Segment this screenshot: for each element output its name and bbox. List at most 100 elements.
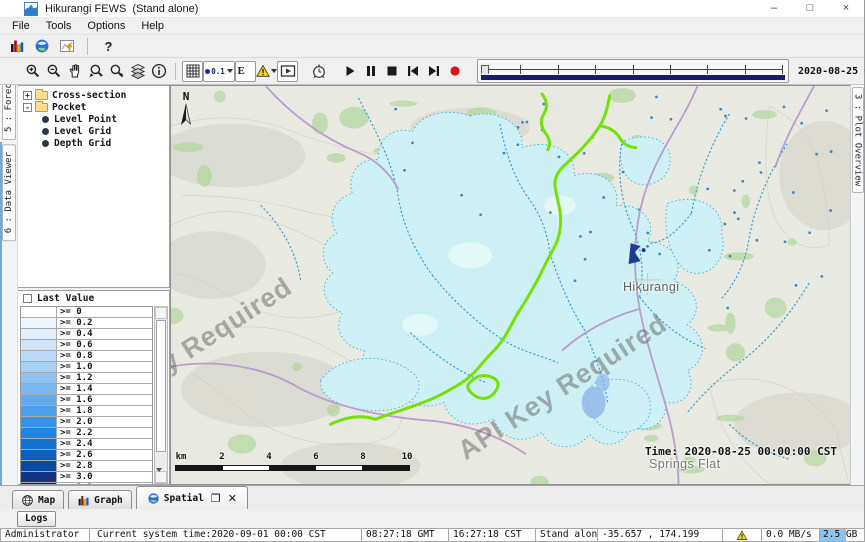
close-tab-button[interactable]: ✕: [228, 492, 237, 505]
folder-icon: [35, 91, 48, 100]
pan-button[interactable]: [64, 61, 85, 82]
legend-row[interactable]: >= 2.4: [21, 439, 152, 450]
close-button[interactable]: ×: [828, 0, 864, 17]
maximize-button[interactable]: □: [792, 0, 828, 17]
status-system-time: Current system time:2020-09-01 00:00 CST: [90, 528, 362, 542]
dock-tab[interactable]: 3 : Plot Overview: [852, 87, 864, 193]
main-area: 5 : Forecast 6 : Data Viewer + Cross-sec…: [0, 85, 864, 485]
pause-button[interactable]: [360, 61, 381, 82]
zoom-previous-button[interactable]: [85, 61, 106, 82]
scale-bar: km 2 4 6 8 10: [175, 452, 415, 471]
dock-tab[interactable]: 6 : Data Viewer: [2, 144, 16, 241]
stop-button[interactable]: [381, 61, 402, 82]
bar-chart-icon: [77, 494, 90, 507]
legend-row[interactable]: >= 1.0: [21, 362, 152, 373]
legend-row[interactable]: >= 3.0: [21, 472, 152, 483]
legend-swatch: [21, 395, 57, 405]
warnings-dropdown[interactable]: [256, 61, 277, 82]
dock-tab[interactable]: 5 : Forecast: [2, 85, 16, 140]
leaf-bullet-icon: [42, 116, 49, 123]
legend-value-label: >= 1.6: [57, 395, 93, 405]
skip-to-end-button[interactable]: [423, 61, 444, 82]
legend-value-label: >= 3.0: [57, 472, 93, 482]
time-slider[interactable]: [477, 59, 789, 83]
legend-row[interactable]: >= 2.6: [21, 450, 152, 461]
scalar-display-button[interactable]: [6, 36, 27, 57]
play-button[interactable]: [339, 61, 360, 82]
legend-row[interactable]: >= 0.6: [21, 340, 152, 351]
legend-row[interactable]: >= 0.2: [21, 318, 152, 329]
place-label-hikurangi: Hikurangi: [623, 280, 679, 294]
legend-value-label: >= 2.8: [57, 461, 93, 471]
minimize-button[interactable]: –: [756, 0, 792, 17]
status-user: Administrator: [0, 528, 90, 542]
tree-item-label: Level Point: [54, 114, 117, 125]
legend-scrollbar[interactable]: [154, 306, 168, 484]
zoom-next-button[interactable]: [106, 61, 127, 82]
last-value-label: Last Value: [37, 293, 94, 304]
status-gmt-time: 08:27:18 GMT: [362, 528, 449, 542]
legend-row[interactable]: >= 2.2: [21, 428, 152, 439]
legend-value-label: >= 1.4: [57, 384, 93, 394]
zoom-in-button[interactable]: [22, 61, 43, 82]
legend-row[interactable]: >= 1.8: [21, 406, 152, 417]
tab-graph[interactable]: Graph: [68, 490, 132, 509]
spatial-display-button[interactable]: [31, 36, 52, 57]
tree-item[interactable]: Depth Grid: [18, 137, 169, 149]
logs-button[interactable]: Logs: [17, 511, 56, 527]
menu-item[interactable]: Help: [133, 19, 172, 33]
scroll-down-button[interactable]: [155, 471, 167, 483]
main-toolbar: ?: [0, 35, 864, 57]
tree-item[interactable]: - Pocket: [18, 101, 169, 113]
legend-swatch: [21, 461, 57, 471]
tree-expander[interactable]: +: [23, 91, 32, 100]
legend-value-label: >= 2.4: [57, 439, 93, 449]
legend-swatch: [21, 439, 57, 449]
scroll-up-button[interactable]: [155, 307, 167, 319]
help-button[interactable]: ?: [98, 36, 119, 57]
zoom-out-button[interactable]: [43, 61, 64, 82]
legend-row[interactable]: >= 1.2: [21, 373, 152, 384]
legend-value-label: >= 0.8: [57, 351, 93, 361]
legend-row[interactable]: >= 1.4: [21, 384, 152, 395]
legend-row[interactable]: >= 2.8: [21, 461, 152, 472]
info-button[interactable]: [148, 61, 169, 82]
map-time-label: Time: 2020-08-25 00:00:00 CST: [645, 445, 837, 458]
legend-row[interactable]: >= 0: [21, 307, 152, 318]
last-value-checkbox[interactable]: [23, 294, 32, 303]
grid-display-button[interactable]: [182, 61, 203, 82]
menu-item[interactable]: Tools: [38, 19, 80, 33]
tree-item[interactable]: Level Point: [18, 113, 169, 125]
legend-value-label: >= 1.2: [57, 373, 93, 383]
profile-display-button[interactable]: [56, 36, 77, 57]
legend-row[interactable]: >= 1.6: [21, 395, 152, 406]
skip-to-start-button[interactable]: [402, 61, 423, 82]
legend-value-label: >= 2.0: [57, 417, 93, 427]
label-toggle-button[interactable]: E: [235, 61, 256, 82]
status-warning-icon[interactable]: [723, 528, 762, 542]
legend-swatch: [21, 340, 57, 350]
time-slider-progress: [481, 75, 785, 80]
legend-swatch: [21, 329, 57, 339]
legend-row[interactable]: >= 0.4: [21, 329, 152, 340]
contour-scale-dropdown[interactable]: 0.1: [203, 61, 235, 82]
layer-tree: + Cross-section - Pocket Level Po: [18, 85, 170, 288]
tree-expander[interactable]: -: [23, 103, 32, 112]
legend-row[interactable]: >= 2.0: [21, 417, 152, 428]
tab-spatial[interactable]: Spatial ❐ ✕: [136, 486, 248, 509]
menu-item[interactable]: Options: [79, 19, 133, 33]
animation-export-button[interactable]: [277, 61, 298, 82]
float-tab-button[interactable]: ❐: [211, 492, 221, 505]
menu-item[interactable]: File: [4, 19, 38, 33]
tree-item[interactable]: + Cross-section: [18, 89, 169, 101]
current-time-label: 2020-08-25 00:00:00 CST: [798, 66, 865, 77]
data-panel: + Cross-section - Pocket Level Po: [18, 85, 170, 485]
record-button[interactable]: [444, 61, 465, 82]
tab-map[interactable]: Map: [12, 490, 64, 509]
map-viewport[interactable]: API Key Required API Key Required N Hiku…: [170, 85, 850, 485]
legend-row[interactable]: >= 0.8: [21, 351, 152, 362]
animation-timer-button[interactable]: [308, 61, 329, 82]
scrollbar-thumb[interactable]: [156, 320, 166, 452]
layers-button[interactable]: [127, 61, 148, 82]
tree-item[interactable]: Level Grid: [18, 125, 169, 137]
